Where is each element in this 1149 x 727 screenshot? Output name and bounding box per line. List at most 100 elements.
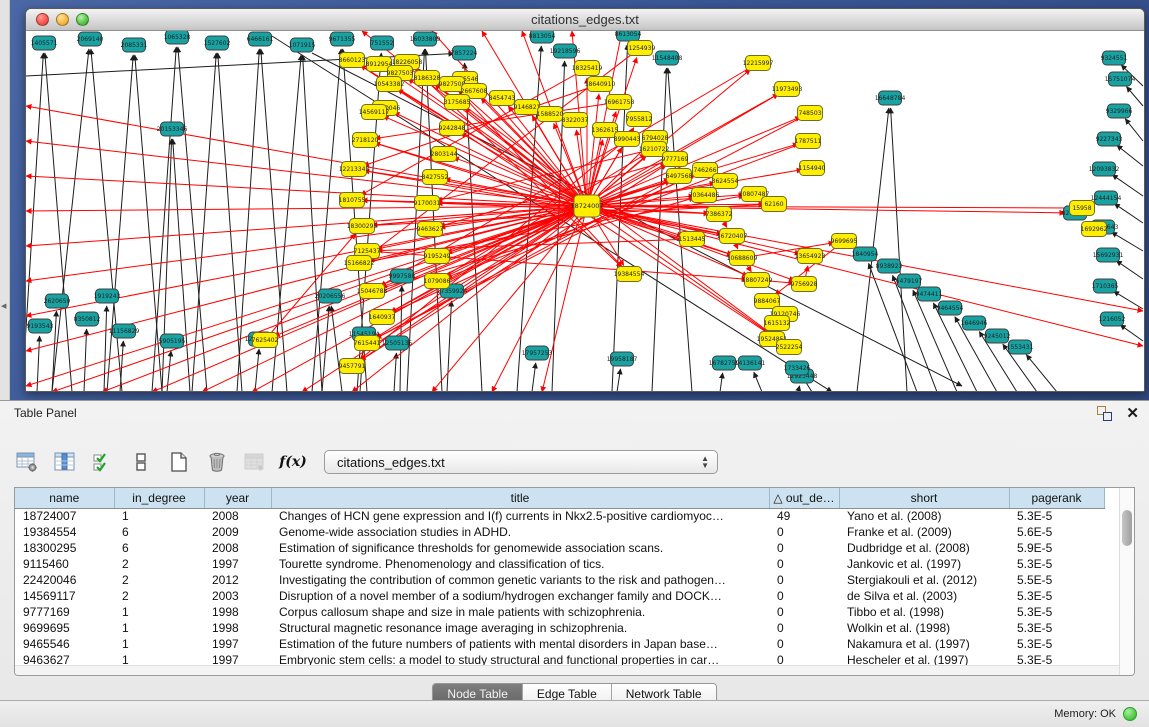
graph-edge-black	[26, 53, 43, 392]
graph-edge-black	[37, 336, 40, 392]
delete-table-disabled-icon	[242, 449, 268, 475]
vertical-scrollbar[interactable]	[1119, 488, 1134, 676]
graph-node-label: 1216052	[1099, 316, 1126, 323]
function-builder-icon[interactable]: f(x)	[280, 449, 306, 475]
graph-edge-black	[192, 53, 216, 392]
graph-edge-black	[173, 139, 190, 392]
graph-node-label: 9457791	[339, 363, 366, 370]
minimize-window-button[interactable]	[56, 13, 69, 26]
graph-node-label: 10543382	[374, 81, 405, 88]
graph-node-label: 1919243	[94, 293, 121, 300]
app-root: ◀ citations_edges.txt	[0, 0, 1149, 727]
table-row[interactable]: 1830029562008Estimation of significance …	[15, 540, 1104, 556]
table-cell: Tourette syndrome. Phenomenology and cla…	[271, 556, 769, 572]
close-panel-icon[interactable]: ✕	[1126, 406, 1139, 421]
column-header-out_de[interactable]: △ out_de…	[769, 488, 839, 508]
table-selector-value: citations_edges.txt	[337, 455, 445, 470]
graph-node-label: 1553431	[1007, 344, 1034, 351]
table-cell: 5.3E-5	[1009, 588, 1104, 604]
column-checks-icon[interactable]	[90, 449, 116, 475]
collapse-arrow-icon[interactable]: ◀	[1, 302, 6, 310]
graph-node-label: 18226058	[392, 59, 423, 66]
vertical-scrollbar-thumb[interactable]	[1122, 510, 1132, 546]
graph-node-label: 17359924	[437, 288, 468, 295]
table-row[interactable]: 969969511998Structural magnetic resonanc…	[15, 620, 1104, 636]
graph-edge-black	[617, 369, 621, 392]
graph-node-label: 8613054	[615, 31, 642, 38]
graph-edge-black	[91, 49, 122, 392]
column-header-year[interactable]: year	[204, 488, 271, 508]
graph-node-label: 11548408	[652, 55, 683, 62]
graph-node-label: 751552	[371, 40, 394, 47]
zoom-window-button[interactable]	[76, 13, 89, 26]
table-cell: Changes of HCN gene expression and I(f) …	[271, 508, 769, 524]
graph-node-label: 9997588	[389, 273, 416, 280]
network-canvas[interactable]: 1405571206914020853311065328152760264661…	[26, 31, 1144, 392]
window-controls	[36, 13, 89, 26]
table-row[interactable]: 2242004622012Investigating the contribut…	[15, 572, 1104, 588]
graph-node-label: 62160	[764, 201, 783, 208]
table-cell: 0	[769, 588, 839, 604]
graph-node-label: 1787511	[795, 138, 822, 145]
table-row[interactable]: 946554611997Estimation of the future num…	[15, 636, 1104, 652]
table-cell: Franke et al. (2009)	[839, 524, 1009, 540]
table-cell: 49	[769, 508, 839, 524]
table-row[interactable]: 911546021997Tourette syndrome. Phenomeno…	[15, 556, 1104, 572]
horizontal-scrollbar[interactable]	[15, 665, 1121, 675]
graph-edge-black	[255, 349, 259, 392]
table-cell: 2008	[204, 508, 271, 524]
graph-edge-black	[1026, 355, 1057, 392]
new-file-icon[interactable]	[166, 449, 192, 475]
graph-node-label: 8660123	[339, 57, 366, 64]
graph-node-label: 20206556	[315, 293, 346, 300]
graph-node-label: 9324551	[1101, 55, 1128, 62]
table-cell: Tibbo et al. (1998)	[839, 604, 1009, 620]
close-window-button[interactable]	[36, 13, 49, 26]
column-header-pagerank[interactable]: pagerank	[1009, 488, 1104, 508]
table-column-icon[interactable]	[52, 449, 78, 475]
row-height-icon[interactable]	[128, 449, 154, 475]
table-row[interactable]: 1938455462009Genome-wide association stu…	[15, 524, 1104, 540]
table-settings-icon[interactable]	[14, 449, 40, 475]
graph-node-label: 7955812	[626, 116, 653, 123]
column-header-short[interactable]: short	[839, 488, 1009, 508]
table-selector-dropdown[interactable]: citations_edges.txt ▲▼	[324, 450, 718, 474]
column-header-name[interactable]: name	[15, 488, 114, 508]
graph-node-label: 18300295	[347, 223, 378, 230]
table-cell: 5.3E-5	[1009, 636, 1104, 652]
column-header-title[interactable]: title	[271, 488, 769, 508]
trash-icon[interactable]	[204, 449, 230, 475]
table-row[interactable]: 1456911722003Disruption of a novel membe…	[15, 588, 1104, 604]
graph-node-label: 1646946	[961, 320, 988, 327]
graph-node-label: 15166822	[344, 260, 375, 267]
graph-node-label: 2069140	[77, 36, 104, 43]
table-cell: 2	[114, 588, 204, 604]
graph-node-label: 15046788	[357, 288, 388, 295]
table-row[interactable]: 1872400712008Changes of HCN gene express…	[15, 508, 1104, 524]
table-cell: 5.3E-5	[1009, 620, 1104, 636]
graph-node-label: 8350812	[74, 316, 101, 323]
graph-node-label: 7386372	[706, 211, 733, 218]
graph-node-label: 1733426	[784, 365, 811, 372]
graph-node-label: 9329966	[1106, 108, 1133, 115]
memory-status-indicator[interactable]	[1123, 707, 1137, 721]
graph-node-label: 6794028	[642, 135, 669, 142]
table-cell: 14569117	[15, 588, 114, 604]
graph-node-label: 2803144	[431, 151, 458, 158]
memory-status-label: Memory: OK	[1054, 708, 1116, 720]
table-cell: 2	[114, 556, 204, 572]
graph-node-label: 1640937	[369, 314, 396, 321]
table-cell: 0	[769, 540, 839, 556]
graph-node-label: 14569117	[359, 109, 390, 116]
table-cell: 9699695	[15, 620, 114, 636]
table-cell: 0	[769, 556, 839, 572]
float-panel-icon[interactable]	[1097, 406, 1112, 421]
graph-node-label: 8322037	[562, 117, 589, 124]
graph-node-label: 9195249	[424, 253, 451, 260]
table-row[interactable]: 977716911998Corpus callosum shape and si…	[15, 604, 1104, 620]
graph-node-label: 13654923	[795, 253, 826, 260]
window-titlebar[interactable]: citations_edges.txt	[26, 9, 1144, 31]
table-cell: 1997	[204, 636, 271, 652]
column-header-in_degree[interactable]: in_degree	[114, 488, 204, 508]
network-view-window: citations_edges.txt 14055712069140208533…	[25, 8, 1145, 392]
